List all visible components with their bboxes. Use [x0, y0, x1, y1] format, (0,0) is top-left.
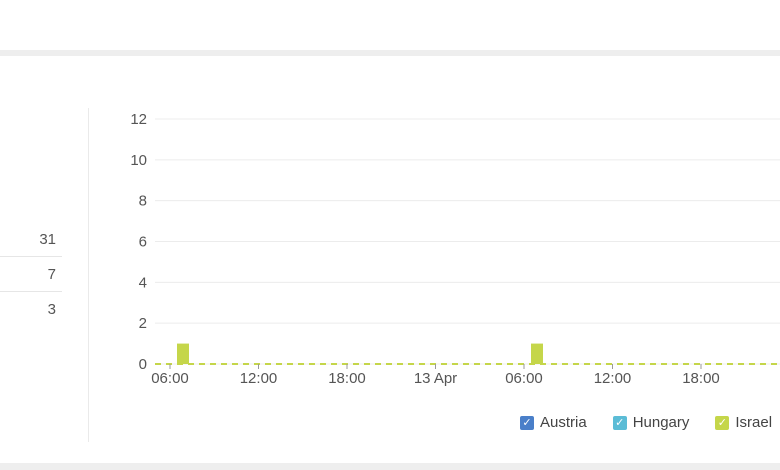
y-tick-label: 0 — [139, 356, 147, 373]
y-tick-label: 8 — [139, 193, 147, 210]
y-tick-label: 4 — [139, 274, 147, 291]
legend-item-austria[interactable]: ✓ Austria — [520, 414, 587, 431]
x-tick-label: 06:00 — [505, 370, 543, 387]
legend-item-hungary[interactable]: ✓ Hungary — [612, 414, 690, 431]
chart-legend: ✓ Austria ✓ Hungary ✓ Israel — [520, 414, 780, 431]
table-row: 3 — [0, 292, 62, 327]
x-tick-label: 18:00 — [682, 370, 720, 387]
y-tick-label: 6 — [139, 234, 147, 251]
legend-label: Austria — [540, 414, 587, 431]
legend-item-israel[interactable]: ✓ Israel — [715, 414, 772, 431]
table-row: 7 — [0, 257, 62, 292]
count-value: 3 — [47, 301, 56, 318]
checkbox-checked-icon[interactable]: ✓ — [715, 415, 730, 430]
x-tick-label: 12:00 — [240, 370, 278, 387]
panel-separator — [88, 108, 89, 442]
count-value: 31 — [39, 230, 56, 248]
checkbox-checked-icon[interactable]: ✓ — [520, 415, 534, 430]
y-tick-label: 10 — [130, 152, 147, 169]
y-tick-label: 2 — [139, 315, 147, 332]
bar — [177, 343, 189, 364]
table-row: 31 — [0, 222, 62, 257]
y-tick-label: 12 — [130, 111, 147, 128]
top-bar — [0, 0, 780, 50]
count-value: 7 — [47, 265, 56, 283]
bar — [531, 343, 543, 364]
bar-chart: 0 2 4 6 8 10 12 06:00 12:00 18:00 13 Apr 06:00 12:00… — [130, 111, 780, 387]
legend-label: Hungary — [632, 414, 690, 431]
x-tick-label: 13 Apr — [414, 370, 457, 387]
legend-label: Israel — [735, 414, 773, 431]
section-divider — [0, 50, 780, 56]
checkbox-checked-icon[interactable]: ✓ — [612, 415, 627, 430]
section-divider — [0, 463, 780, 470]
x-tick-label: 12:00 — [594, 370, 632, 387]
x-tick-label: 18:00 — [328, 370, 366, 387]
x-tick-label: 06:00 — [151, 370, 189, 387]
country-count-table: 31 7 3 — [0, 222, 62, 327]
